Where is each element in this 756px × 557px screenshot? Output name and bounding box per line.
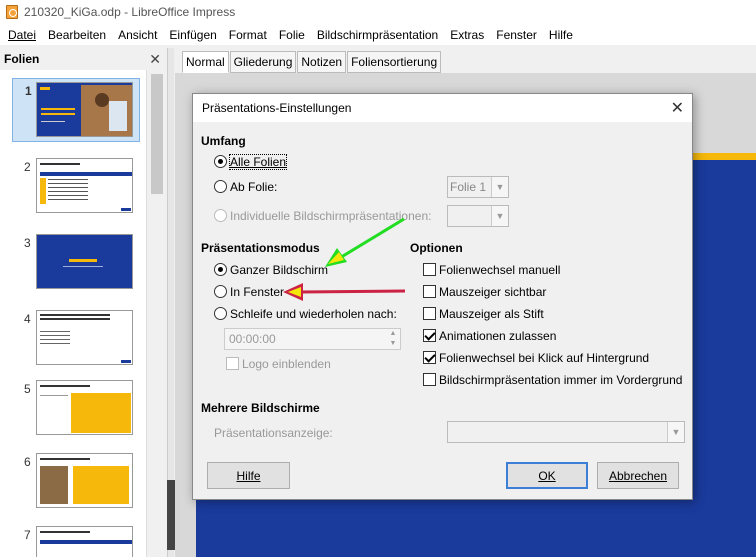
title-bar: 210320_KiGa.odp - LibreOffice Impress: [0, 0, 756, 24]
mode-loop-label[interactable]: Schleife und wiederholen nach:: [230, 307, 397, 321]
show-logo-checkbox[interactable]: [226, 357, 239, 370]
tab-foliensortierung[interactable]: Foliensortierung: [347, 51, 442, 73]
mode-fullscreen-label[interactable]: Ganzer Bildschirm: [230, 263, 328, 277]
slide-thumbnail-2[interactable]: [36, 158, 133, 213]
range-all-label[interactable]: Alle Folien: [228, 154, 288, 170]
tab-normal[interactable]: Normal: [182, 51, 229, 73]
slide-panel-title: Folien: [4, 52, 40, 66]
range-from-label[interactable]: Ab Folie:: [230, 180, 277, 194]
range-from-select[interactable]: Folie 1 ▼: [447, 176, 509, 198]
dialog-title-bar: Präsentations-Einstellungen ✕: [193, 94, 692, 122]
opt-animations-checkbox[interactable]: [423, 329, 436, 342]
slide-number: 1: [25, 84, 32, 98]
scrollbar-thumb[interactable]: [151, 74, 163, 194]
opt-pointer-pen-label[interactable]: Mauszeiger als Stift: [439, 307, 544, 321]
slide-number: 2: [24, 160, 31, 174]
menu-bar: Datei Bearbeiten Ansicht Einfügen Format…: [0, 24, 756, 45]
opt-pointer-visible-label[interactable]: Mauszeiger sichtbar: [439, 285, 546, 299]
chevron-down-icon: ▼: [491, 177, 508, 197]
impress-app-icon: [6, 5, 18, 19]
options-heading: Optionen: [410, 241, 463, 255]
opt-foreground-label[interactable]: Bildschirmpräsentation immer im Vordergr…: [439, 373, 682, 387]
slide-number: 6: [24, 455, 31, 469]
opt-pointer-pen-checkbox[interactable]: [423, 307, 436, 320]
close-icon[interactable]: ✕: [149, 51, 161, 68]
range-all-radio[interactable]: [214, 155, 227, 168]
slide-number: 5: [24, 382, 31, 396]
mode-window-radio[interactable]: [214, 285, 227, 298]
range-heading: Umfang: [201, 134, 246, 148]
menu-bearbeiten[interactable]: Bearbeiten: [42, 28, 112, 42]
mode-fullscreen-radio[interactable]: [214, 263, 227, 276]
opt-click-bg-label[interactable]: Folienwechsel bei Klick auf Hintergrund: [439, 351, 649, 365]
slide-panel-header: Folien ✕: [0, 48, 167, 70]
menu-hilfe[interactable]: Hilfe: [543, 28, 579, 42]
menu-fenster[interactable]: Fenster: [490, 28, 543, 42]
slide-thumbnail-1[interactable]: [36, 82, 133, 137]
tab-gliederung[interactable]: Gliederung: [229, 51, 297, 73]
slide-thumbnails: 1 2 3 4 5 6 7: [0, 70, 146, 557]
slide-thumbnail-7[interactable]: [36, 526, 133, 557]
range-custom-radio[interactable]: [214, 209, 227, 222]
range-custom-select[interactable]: ▼: [447, 205, 509, 227]
slide-number: 3: [24, 236, 31, 250]
multi-display-heading: Mehrere Bildschirme: [201, 401, 320, 415]
slide-panel-scrollbar[interactable]: [146, 70, 167, 557]
chevron-down-icon: ▼: [491, 206, 508, 226]
mode-heading: Präsentationsmodus: [201, 241, 320, 255]
mode-loop-radio[interactable]: [214, 307, 227, 320]
close-icon[interactable]: ✕: [671, 98, 684, 118]
stepper-arrows-icon[interactable]: ▲ ▼: [386, 329, 400, 349]
window-title: 210320_KiGa.odp - LibreOffice Impress: [24, 5, 236, 19]
opt-pointer-visible-checkbox[interactable]: [423, 285, 436, 298]
loop-time-value: 00:00:00: [229, 332, 276, 346]
display-label: Präsentationsanzeige:: [214, 426, 333, 440]
display-select[interactable]: ▼: [447, 421, 685, 443]
ok-button[interactable]: OK: [506, 462, 588, 489]
show-logo-label: Logo einblenden: [242, 357, 331, 371]
slide-thumbnail-6[interactable]: [36, 453, 133, 508]
range-from-value: Folie 1: [450, 180, 487, 194]
dialog-title: Präsentations-Einstellungen: [202, 101, 352, 115]
menu-format[interactable]: Format: [223, 28, 273, 42]
menu-ansicht[interactable]: Ansicht: [112, 28, 163, 42]
slide-number: 4: [24, 312, 31, 326]
opt-manual-label[interactable]: Folienwechsel manuell: [439, 263, 560, 277]
opt-animations-label[interactable]: Animationen zulassen: [439, 329, 556, 343]
chevron-down-icon: ▼: [667, 422, 684, 442]
opt-click-bg-checkbox[interactable]: [423, 351, 436, 364]
loop-time-stepper[interactable]: 00:00:00 ▲ ▼: [224, 328, 401, 350]
slide-number: 7: [24, 528, 31, 542]
slide-thumbnail-5[interactable]: [36, 380, 133, 435]
slide-thumbnail-3[interactable]: [36, 234, 133, 289]
cancel-button[interactable]: Abbrechen: [597, 462, 679, 489]
menu-extras[interactable]: Extras: [444, 28, 490, 42]
menu-folie[interactable]: Folie: [273, 28, 311, 42]
help-button[interactable]: Hilfe: [207, 462, 290, 489]
view-tabs: Normal Gliederung Notizen Foliensortieru…: [182, 51, 442, 73]
menu-bildschirmpraesentation[interactable]: Bildschirmpräsentation: [311, 28, 444, 42]
slide-thumbnail-4[interactable]: [36, 310, 133, 365]
opt-foreground-checkbox[interactable]: [423, 373, 436, 386]
slide-panel: Folien ✕ 1 2 3 4 5 6 7: [0, 48, 168, 557]
range-custom-label: Individuelle Bildschirmpräsentationen:: [230, 209, 432, 223]
menu-datei[interactable]: Datei: [2, 28, 42, 42]
range-from-radio[interactable]: [214, 180, 227, 193]
presentation-settings-dialog: Präsentations-Einstellungen ✕ Umfang All…: [192, 93, 693, 500]
menu-einfuegen[interactable]: Einfügen: [163, 28, 222, 42]
opt-manual-checkbox[interactable]: [423, 263, 436, 276]
mode-window-label[interactable]: In Fenster: [230, 285, 284, 299]
panel-collapse-handle[interactable]: [167, 480, 175, 550]
tab-notizen[interactable]: Notizen: [297, 51, 347, 73]
